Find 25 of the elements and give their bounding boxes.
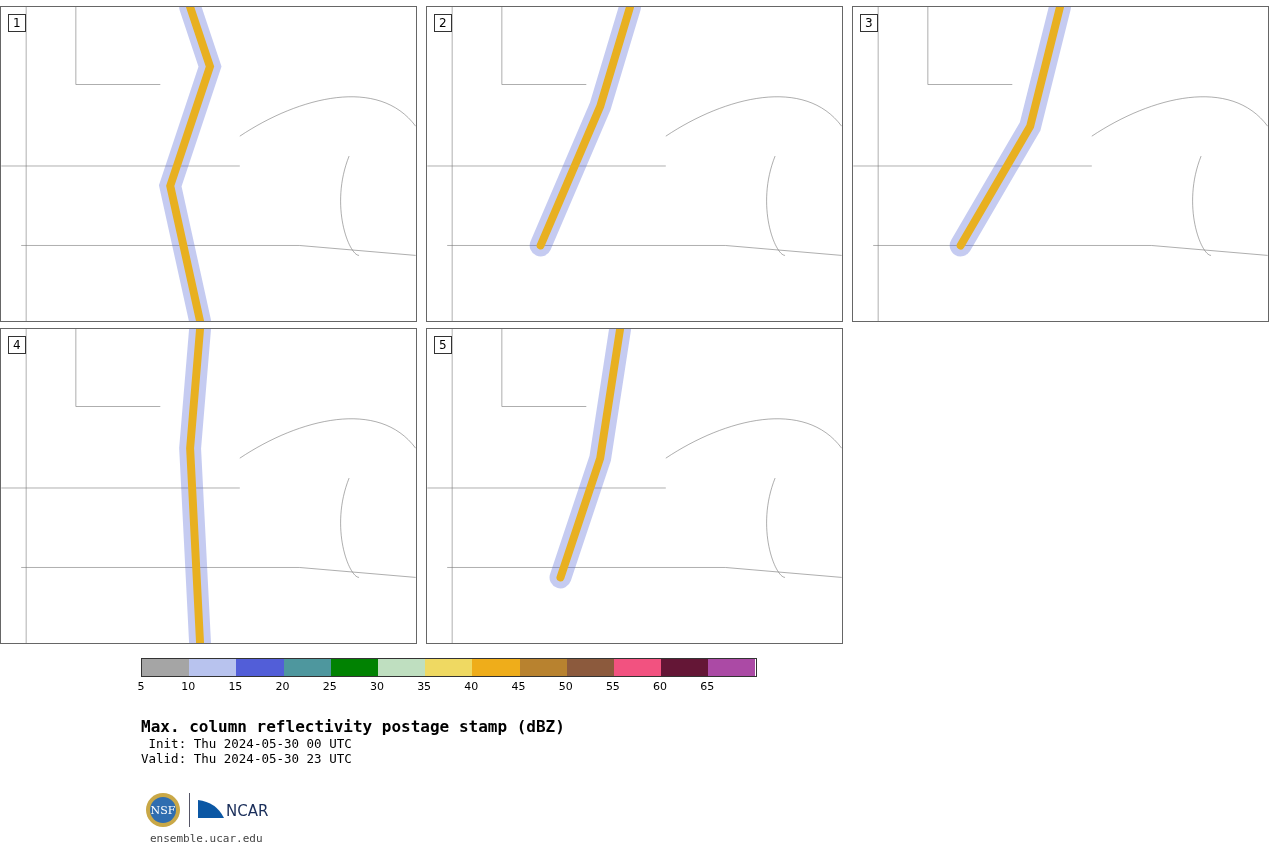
panel-number: 2 [434, 14, 452, 32]
init-time: Init: Thu 2024-05-30 00 UTC [147, 736, 353, 751]
tick-label: 45 [511, 680, 526, 693]
seal-logo: NSF [145, 792, 181, 828]
panel-number: 5 [434, 336, 452, 354]
tick-label: 55 [605, 680, 620, 693]
logo-text: NCAR [226, 802, 269, 820]
tick-label: 40 [464, 680, 479, 693]
swoosh-icon [198, 800, 224, 820]
tick-label: 30 [369, 680, 384, 693]
site-url: ensemble.ucar.edu [149, 832, 264, 844]
panel-number: 3 [860, 14, 878, 32]
tick-label: 20 [275, 680, 290, 693]
valid-time: Valid: Thu 2024-05-30 23 UTC [141, 751, 353, 766]
tick-label: 50 [558, 680, 573, 693]
tick-label: 60 [653, 680, 668, 693]
tick-label: 65 [700, 680, 715, 693]
panel-number: 1 [8, 14, 26, 32]
tick-label: 35 [417, 680, 432, 693]
panel-number: 4 [8, 336, 26, 354]
tick-label: 10 [181, 680, 196, 693]
tick-label: 5 [137, 680, 145, 693]
tick-label: 15 [228, 680, 243, 693]
chart-title: Max. column reflectivity postage stamp (dBZ) [141, 717, 566, 736]
tick-label: 25 [322, 680, 337, 693]
